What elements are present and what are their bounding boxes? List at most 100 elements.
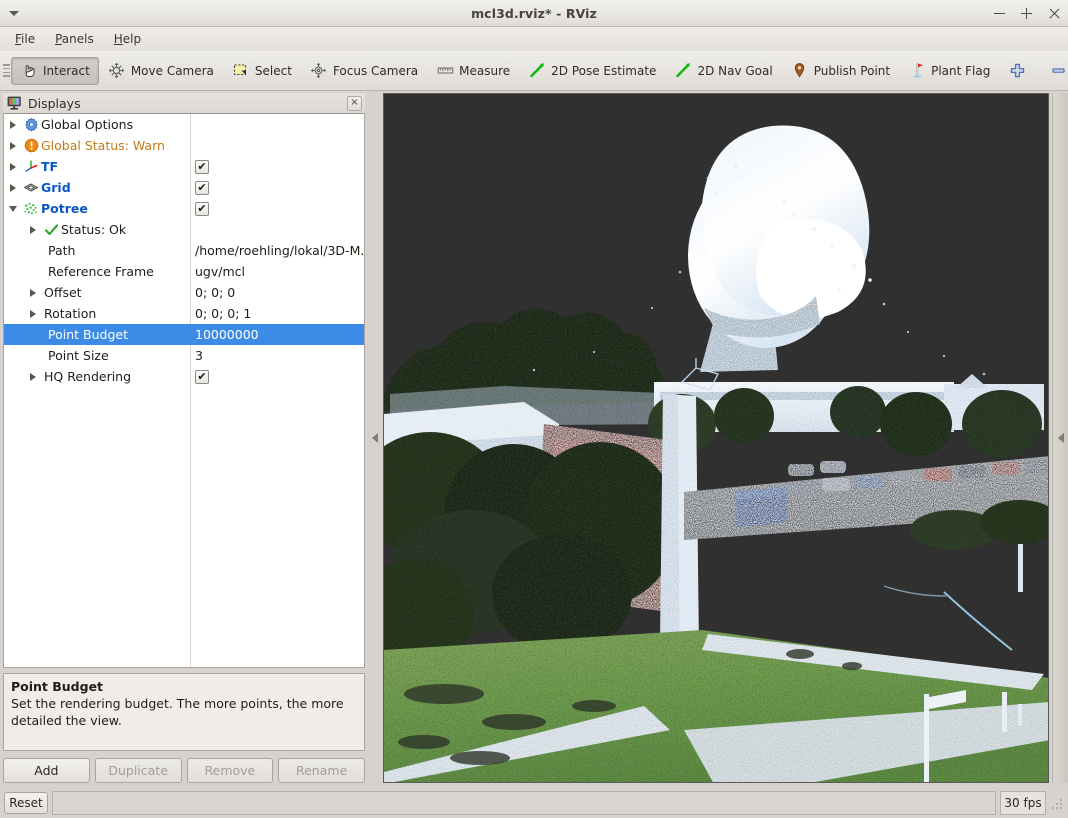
- minus-icon: [1049, 62, 1067, 80]
- warning-icon: [21, 138, 41, 153]
- rename-display-button[interactable]: Rename: [278, 758, 365, 783]
- expander-right-icon[interactable]: [24, 288, 41, 297]
- tree-row-label: TF: [41, 159, 59, 174]
- menu-help[interactable]: Help: [105, 29, 150, 49]
- reset-button[interactable]: Reset: [4, 791, 48, 814]
- tree-row-reference-frame[interactable]: Reference Frame ugv/mcl: [4, 261, 364, 282]
- status-bar: Reset 30 fps: [0, 787, 1068, 818]
- tool-publish-point-label: Publish Point: [813, 63, 891, 78]
- collapse-right-arrow-icon[interactable]: [1057, 433, 1064, 443]
- tool-remove[interactable]: [1040, 57, 1068, 85]
- tool-move-camera-label: Move Camera: [130, 63, 214, 78]
- tool-interact-label: Interact: [43, 63, 90, 78]
- expander-right-icon[interactable]: [24, 309, 41, 318]
- tree-row-value[interactable]: ugv/mcl: [195, 264, 245, 279]
- tree-row-offset[interactable]: Offset 0; 0; 0: [4, 282, 364, 303]
- tree-row-global-status[interactable]: Global Status: Warn: [4, 135, 364, 156]
- main-body: Displays × Global Options Global Status:…: [0, 91, 1068, 787]
- tree-row-status-ok[interactable]: Status: Ok: [4, 219, 364, 240]
- displays-panel-titlebar: Displays ×: [3, 93, 365, 113]
- tree-row-checkbox[interactable]: ✔: [195, 369, 209, 384]
- tf-axes-icon: [21, 159, 41, 174]
- tree-row-label: Path: [48, 243, 76, 258]
- tree-row-global-options[interactable]: Global Options: [4, 114, 364, 135]
- tree-row-label: Global Options: [41, 117, 134, 132]
- displays-panel-title: Displays: [28, 95, 81, 111]
- tree-row-value[interactable]: 0; 0; 0; 1: [195, 306, 251, 321]
- tree-row-label: Point Budget: [48, 327, 128, 342]
- displays-tree[interactable]: Global Options Global Status: Warn TF ✔ …: [3, 113, 365, 668]
- expander-right-icon[interactable]: [24, 372, 41, 381]
- tool-2d-pose-estimate-label: 2D Pose Estimate: [551, 63, 657, 78]
- right-splitter-handle[interactable]: [1052, 93, 1068, 783]
- expander-right-icon[interactable]: [4, 183, 21, 192]
- remove-display-button[interactable]: Remove: [186, 758, 274, 783]
- select-rect-icon: [232, 62, 250, 80]
- tool-plant-flag-label: Plant Flag: [931, 63, 991, 78]
- tree-row-point-size[interactable]: Point Size 3: [4, 345, 364, 366]
- menu-bar: File Panels Help: [0, 27, 1068, 51]
- tree-row-value[interactable]: 0; 0; 0: [195, 285, 235, 300]
- displays-panel-close-button[interactable]: ×: [347, 95, 362, 111]
- expander-right-icon[interactable]: [4, 141, 21, 150]
- tool-2d-pose-estimate[interactable]: 2D Pose Estimate: [519, 57, 665, 85]
- tool-measure[interactable]: Measure: [427, 57, 519, 85]
- pointcloud-icon: [21, 201, 41, 216]
- tool-2d-nav-goal-label: 2D Nav Goal: [697, 63, 773, 78]
- minimize-button[interactable]: [993, 7, 1006, 20]
- tree-row-value[interactable]: 3: [195, 348, 203, 363]
- ruler-icon: [436, 62, 454, 80]
- tool-move-camera[interactable]: Move Camera: [99, 57, 223, 85]
- flag-icon: [908, 62, 926, 80]
- tool-2d-nav-goal[interactable]: 2D Nav Goal: [665, 57, 781, 85]
- tree-row-label: Status: Ok: [61, 222, 127, 237]
- tool-plant-flag[interactable]: Plant Flag: [899, 57, 999, 85]
- maximize-button[interactable]: [1020, 7, 1033, 20]
- map-pin-icon: [791, 62, 809, 80]
- tool-focus-camera[interactable]: Focus Camera: [301, 57, 427, 85]
- tree-row-rotation[interactable]: Rotation 0; 0; 0; 1: [4, 303, 364, 324]
- add-display-button[interactable]: Add: [3, 758, 90, 783]
- tree-row-label: Global Status: Warn: [41, 138, 165, 153]
- expander-right-icon[interactable]: [4, 162, 21, 171]
- menu-help-label-rest: elp: [122, 32, 142, 46]
- window-title: mcl3d.rviz* - RViz: [471, 5, 597, 21]
- hand-cursor-icon: [20, 62, 38, 80]
- tree-row-label: Offset: [44, 285, 82, 300]
- tree-row-hq-rendering[interactable]: HQ Rendering ✔: [4, 366, 364, 387]
- rviz-window: mcl3d.rviz* - RViz File Panels Help Inte…: [0, 0, 1068, 818]
- tree-row-potree[interactable]: Potree ✔: [4, 198, 364, 219]
- tree-row-value[interactable]: /home/roehling/lokal/3D-M...: [195, 243, 364, 258]
- close-button[interactable]: [1047, 7, 1060, 20]
- tree-row-tf[interactable]: TF ✔: [4, 156, 364, 177]
- duplicate-display-button[interactable]: Duplicate: [94, 758, 182, 783]
- tool-interact[interactable]: Interact: [11, 56, 99, 85]
- tree-row-label: Point Size: [48, 348, 109, 363]
- displays-monitor-icon: [7, 96, 22, 110]
- expander-down-icon[interactable]: [4, 205, 21, 212]
- tree-row-grid[interactable]: Grid ✔: [4, 177, 364, 198]
- menu-file[interactable]: File: [6, 29, 44, 49]
- expander-right-icon[interactable]: [24, 225, 41, 234]
- expander-right-icon[interactable]: [4, 120, 21, 129]
- menu-panels[interactable]: Panels: [46, 29, 103, 49]
- tree-row-checkbox[interactable]: ✔: [195, 201, 209, 216]
- tree-row-value[interactable]: 10000000: [195, 327, 259, 342]
- tree-row-path[interactable]: Path /home/roehling/lokal/3D-M...: [4, 240, 364, 261]
- left-splitter-handle[interactable]: [368, 93, 382, 783]
- toolbar-drag-handle[interactable]: [3, 58, 10, 84]
- render-view-3d[interactable]: [383, 93, 1049, 783]
- tool-select[interactable]: Select: [223, 57, 301, 85]
- displays-panel: Displays × Global Options Global Status:…: [3, 93, 365, 783]
- tree-row-checkbox[interactable]: ✔: [195, 180, 209, 195]
- property-help-text: Set the rendering budget. The more point…: [11, 695, 344, 728]
- tree-row-checkbox[interactable]: ✔: [195, 159, 209, 174]
- tool-add[interactable]: [999, 57, 1040, 85]
- title-bar: mcl3d.rviz* - RViz: [0, 0, 1068, 27]
- property-help-title: Point Budget: [11, 679, 104, 694]
- collapse-left-arrow-icon[interactable]: [372, 433, 378, 443]
- resize-grip[interactable]: [1050, 796, 1064, 810]
- tool-publish-point[interactable]: Publish Point: [782, 57, 899, 85]
- tree-row-point-budget[interactable]: Point Budget 10000000: [4, 324, 364, 345]
- gear-icon: [21, 117, 41, 132]
